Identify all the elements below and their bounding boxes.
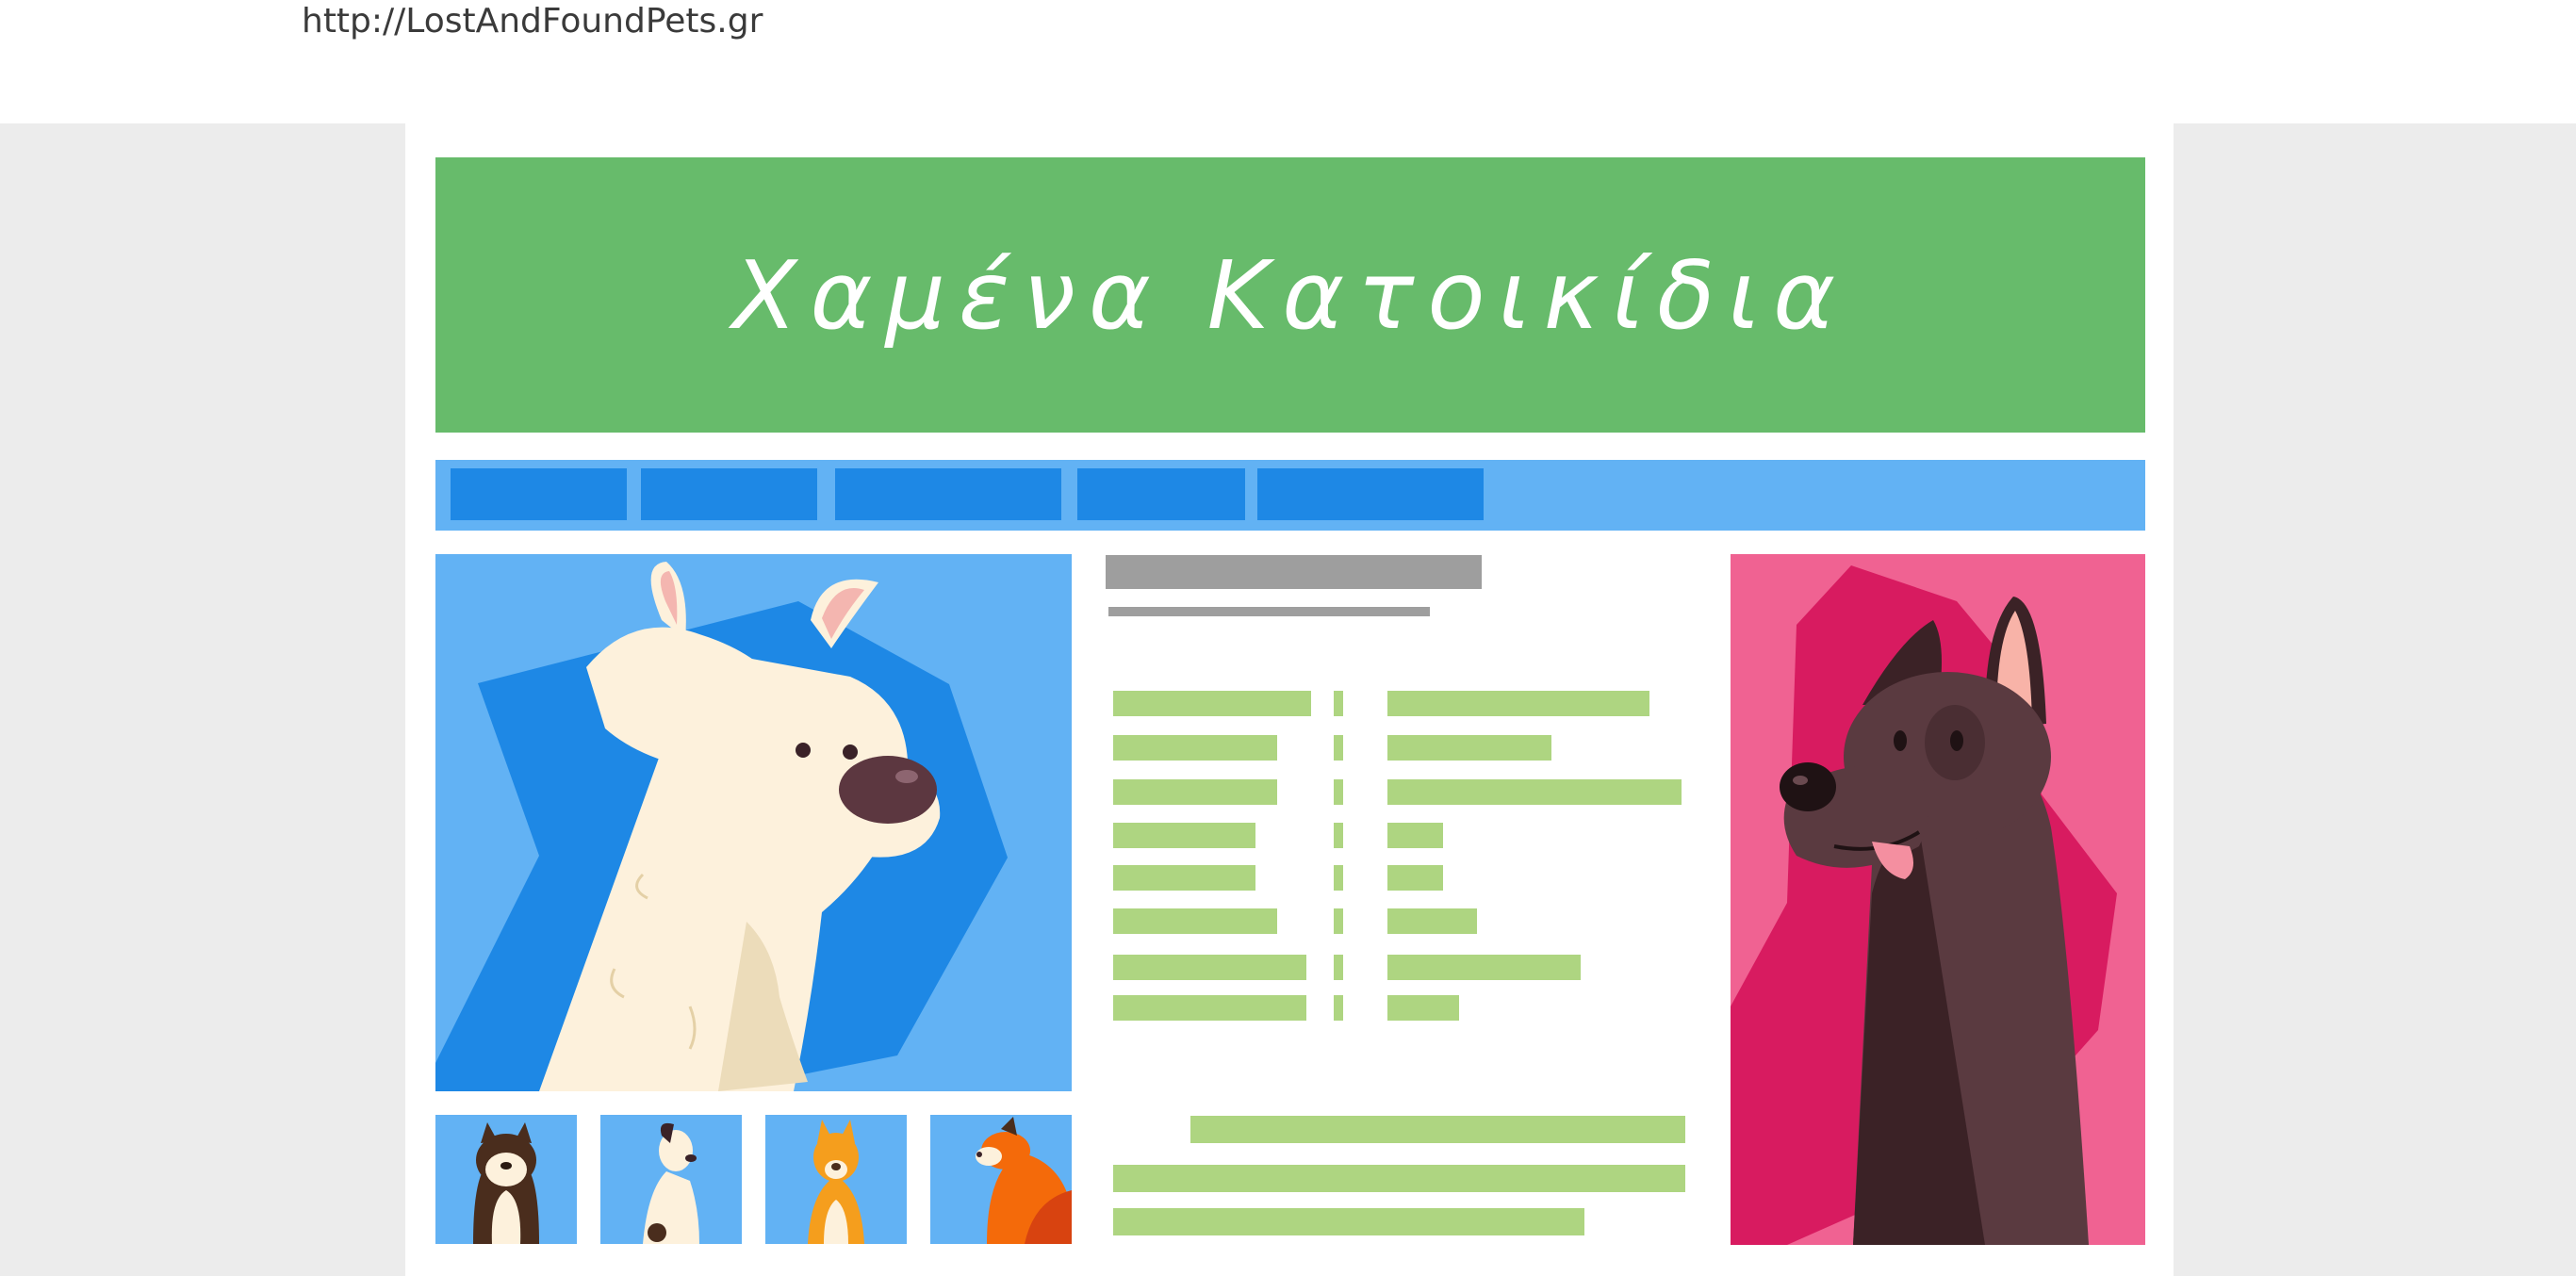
detail-value-placeholder	[1387, 955, 1581, 980]
detail-value-placeholder	[1387, 735, 1551, 761]
detail-label-placeholder	[1113, 908, 1277, 934]
page-container: Χαμένα Κατοικίδια	[405, 123, 2174, 1276]
detail-label-placeholder	[1113, 995, 1306, 1021]
paragraph-line-placeholder	[1113, 1165, 1685, 1192]
hero-dog-image[interactable]	[435, 554, 1072, 1091]
detail-label-placeholder	[1113, 823, 1255, 848]
detail-label-placeholder	[1113, 865, 1255, 891]
header-banner: Χαμένα Κατοικίδια	[435, 157, 2145, 433]
content-heading-placeholder	[1106, 555, 1482, 589]
detail-separator	[1334, 955, 1343, 980]
nav-bar	[435, 460, 2145, 531]
ad-dog-image[interactable]	[1731, 554, 2145, 1245]
detail-separator	[1334, 865, 1343, 891]
detail-value-placeholder	[1387, 779, 1682, 805]
detail-value-placeholder	[1387, 691, 1649, 716]
thumbnail-orange-dog[interactable]	[765, 1115, 907, 1244]
detail-value-placeholder	[1387, 995, 1459, 1021]
nav-item-1[interactable]	[451, 468, 627, 520]
nav-item-4[interactable]	[1077, 468, 1245, 520]
detail-label-placeholder	[1113, 955, 1306, 980]
thumbnail-spotted-dog[interactable]	[600, 1115, 742, 1244]
paragraph-line-placeholder	[1190, 1116, 1685, 1143]
detail-separator	[1334, 735, 1343, 761]
paragraph-line-placeholder	[1113, 1208, 1584, 1235]
detail-value-placeholder	[1387, 823, 1443, 848]
detail-label-placeholder	[1113, 735, 1277, 761]
detail-separator	[1334, 779, 1343, 805]
detail-separator	[1334, 823, 1343, 848]
site-title: Χαμένα Κατοικίδια	[731, 239, 1849, 351]
nav-item-2[interactable]	[641, 468, 817, 520]
detail-separator	[1334, 908, 1343, 934]
thumbnail-husky[interactable]	[435, 1115, 577, 1244]
content-subheading-placeholder	[1108, 607, 1430, 616]
nav-item-5[interactable]	[1257, 468, 1484, 520]
thumbnail-fox[interactable]	[930, 1115, 1072, 1244]
detail-label-placeholder	[1113, 691, 1311, 716]
browser-url: http://LostAndFoundPets.gr	[302, 2, 763, 41]
detail-separator	[1334, 995, 1343, 1021]
detail-value-placeholder	[1387, 908, 1477, 934]
detail-label-placeholder	[1113, 779, 1277, 805]
detail-value-placeholder	[1387, 865, 1443, 891]
detail-separator	[1334, 691, 1343, 716]
nav-item-3[interactable]	[835, 468, 1061, 520]
